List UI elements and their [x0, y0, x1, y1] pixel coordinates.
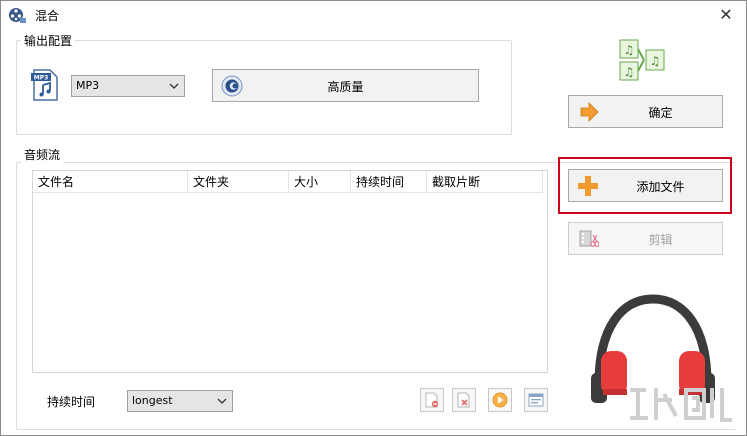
- column-header-duration[interactable]: 持续时间: [351, 171, 427, 193]
- svg-text:♫: ♫: [624, 65, 635, 79]
- svg-text:MP3: MP3: [34, 75, 49, 82]
- cut-button-label: 剪辑: [648, 233, 673, 247]
- chevron-down-icon: [217, 398, 227, 404]
- svg-text:♫: ♫: [650, 54, 661, 68]
- film-reel-icon: [9, 8, 26, 23]
- chevron-down-icon: [169, 83, 179, 89]
- file-info-button[interactable]: [524, 388, 548, 412]
- cut-film-icon: [579, 230, 599, 247]
- confirm-button-label: 确定: [648, 106, 673, 120]
- column-header-clip[interactable]: 截取片断: [427, 171, 543, 193]
- output-config-label: 输出配置: [21, 32, 76, 49]
- column-header-filename[interactable]: 文件名: [33, 171, 188, 193]
- quality-button[interactable]: 高质量: [212, 69, 479, 102]
- cut-button[interactable]: 剪辑: [568, 222, 723, 255]
- duration-select[interactable]: longest: [127, 390, 233, 412]
- audio-stream-label: 音频流: [21, 146, 64, 163]
- merge-audio-icon: ♫ ♫ ♫: [619, 39, 665, 81]
- play-button[interactable]: [488, 388, 512, 412]
- arrow-right-icon: [580, 102, 599, 122]
- column-header-size[interactable]: 大小: [289, 171, 351, 193]
- clear-list-button[interactable]: [452, 388, 476, 412]
- play-icon: [492, 392, 508, 408]
- mp3-file-icon: MP3: [31, 69, 58, 101]
- mix-window: 混合 ✕ 输出配置 MP3 MP3 高质量 ♫ ♫ ♫ 确定 音频流 文件名 文…: [0, 0, 747, 436]
- column-header-folder[interactable]: 文件夹: [188, 171, 289, 193]
- add-file-button-label: 添加文件: [636, 180, 685, 194]
- format-select[interactable]: MP3: [71, 75, 185, 97]
- audio-file-table[interactable]: 文件名 文件夹 大小 持续时间 截取片断: [32, 170, 548, 373]
- svg-text:♫: ♫: [624, 43, 635, 57]
- duration-label: 持续时间: [47, 395, 96, 409]
- duration-select-value: longest: [132, 394, 173, 407]
- window-title: 混合: [35, 9, 60, 23]
- confirm-button[interactable]: 确定: [568, 95, 723, 128]
- close-button[interactable]: ✕: [716, 5, 736, 25]
- clear-list-icon: [457, 392, 470, 408]
- remove-file-icon: [425, 392, 439, 408]
- plus-icon: [578, 176, 598, 196]
- add-file-button[interactable]: 添加文件: [568, 169, 723, 202]
- table-header: 文件名 文件夹 大小 持续时间 截取片断: [33, 171, 547, 193]
- watermark-logo: [630, 388, 732, 422]
- remove-file-button[interactable]: [420, 388, 444, 412]
- quality-button-label: 高质量: [327, 80, 364, 94]
- info-card-icon: [528, 393, 544, 407]
- format-select-value: MP3: [76, 79, 100, 92]
- title-bar: 混合 ✕: [1, 1, 746, 29]
